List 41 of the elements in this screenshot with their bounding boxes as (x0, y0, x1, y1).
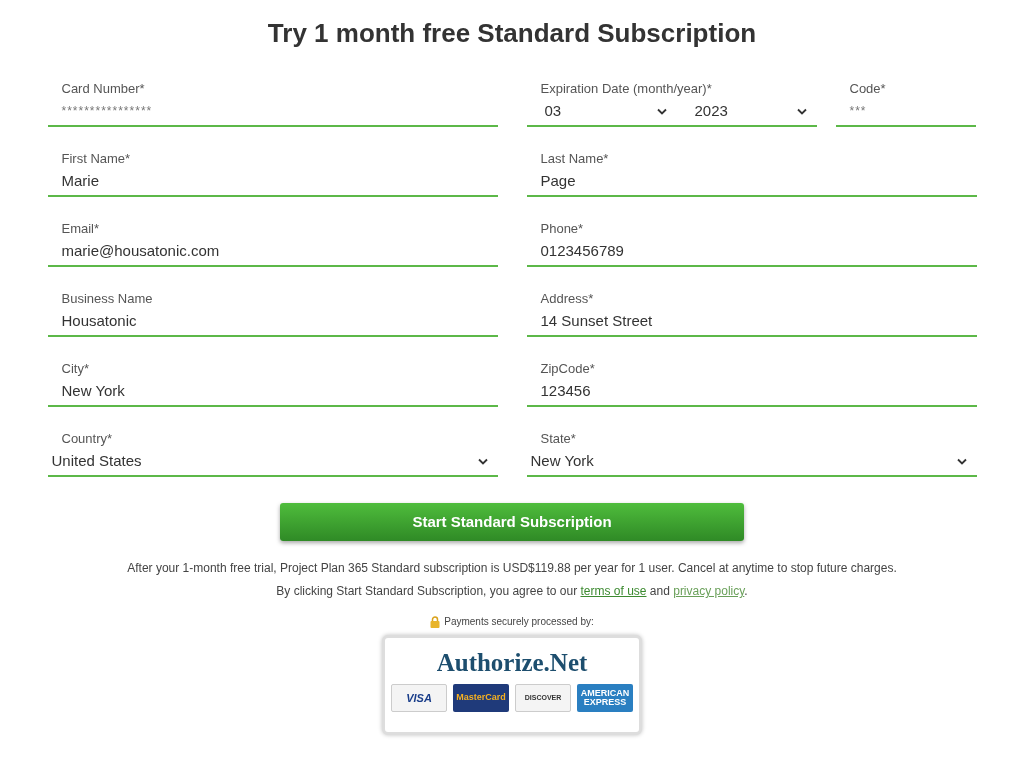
select-field[interactable]: New York (526, 447, 977, 477)
page-title: Try 1 month free Standard Subscription (267, 17, 757, 50)
secure-label: Payments securely processed by: (444, 615, 594, 629)
field-label: Code* (848, 80, 887, 97)
field-label: Business Name (60, 290, 154, 307)
field-label: ZipCode* (539, 360, 596, 377)
input-field[interactable]: Housatonic (47, 307, 498, 337)
field-label: Last Name* (539, 150, 610, 167)
padlock-icon (430, 615, 441, 628)
trial-notice: After your 1-month free trial, Project Plan 365 Standard subscription is USD$119.88 per year for 1 user. Cancel at anytime to stop future charges. (127, 560, 897, 577)
chevron-down-icon (796, 107, 807, 115)
input-field[interactable]: 14 Sunset Street (526, 307, 977, 337)
select-field[interactable]: 03 (526, 97, 677, 127)
field-label: Phone* (539, 220, 585, 237)
input-field[interactable]: New York (47, 377, 498, 407)
field-label: City* (60, 360, 90, 377)
field-label: Card Number* (60, 80, 146, 97)
terms-link[interactable]: terms of use (580, 584, 647, 598)
field-label: State* (539, 430, 577, 447)
input-field[interactable]: 123456 (526, 377, 977, 407)
field-label: Expiration Date (month/year)* (539, 80, 713, 97)
card-logo: MasterCard (453, 684, 509, 712)
chevron-down-icon (656, 107, 667, 115)
input-field[interactable]: marie@housatonic.com (47, 237, 498, 267)
select-field[interactable]: United States (47, 447, 498, 477)
consent-text: By clicking Start Standard Subscription, you agree to our terms of use and privacy policy. (276, 583, 748, 600)
input-field[interactable]: 0123456789 (526, 237, 977, 267)
chevron-down-icon (956, 457, 967, 465)
input-field[interactable]: **************** (47, 97, 498, 127)
input-field[interactable]: Marie (47, 167, 498, 197)
chevron-down-icon (477, 457, 488, 465)
input-field[interactable]: *** (835, 97, 976, 127)
input-field[interactable]: Page (526, 167, 977, 197)
card-logo: AMERICAN EXPRESS (577, 684, 633, 712)
select-field[interactable]: 2023 (676, 97, 817, 127)
field-label: Address* (539, 290, 595, 307)
field-label: First Name* (60, 150, 132, 167)
card-logo: VISA (391, 684, 447, 712)
field-label: Country* (60, 430, 114, 447)
brand-logo: Authorize.Net (436, 650, 588, 675)
field-label: Email* (60, 220, 101, 237)
